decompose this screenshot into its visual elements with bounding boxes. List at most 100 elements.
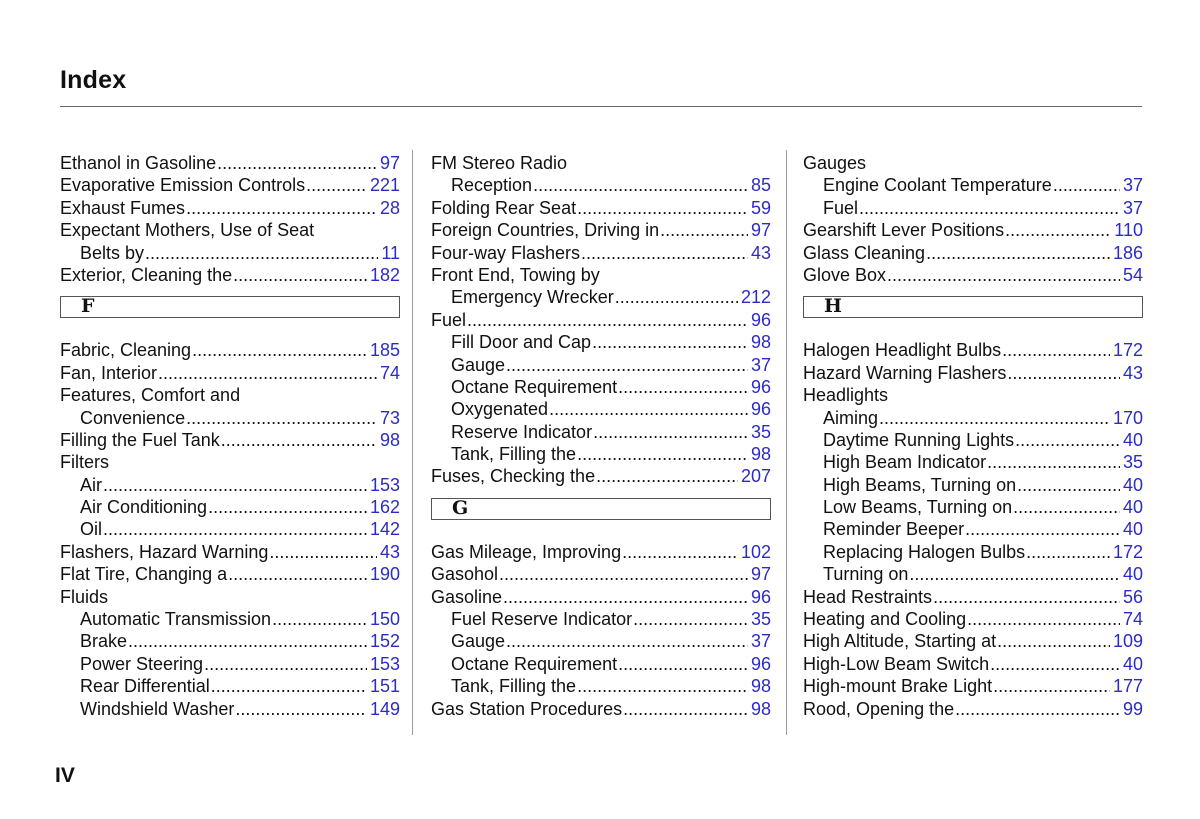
index-subentry[interactable]: Fill Door and Cap 98 xyxy=(431,331,771,353)
page-reference-link[interactable]: 40 xyxy=(1123,518,1143,540)
page-reference-link[interactable]: 190 xyxy=(370,563,400,585)
index-subentry[interactable]: High Beam Indicator 35 xyxy=(803,451,1143,473)
index-subentry[interactable]: Power Steering 153 xyxy=(60,653,400,675)
page-reference-link[interactable]: 56 xyxy=(1123,586,1143,608)
page-reference-link[interactable]: 74 xyxy=(1123,608,1143,630)
index-entry[interactable]: Ethanol in Gasoline 97 xyxy=(60,152,400,174)
page-reference-link[interactable]: 185 xyxy=(370,339,400,361)
index-subentry[interactable]: Rear Differential 151 xyxy=(60,675,400,697)
page-reference-link[interactable]: 102 xyxy=(741,541,771,563)
page-reference-link[interactable]: 35 xyxy=(1123,451,1143,473)
page-reference-link[interactable]: 40 xyxy=(1123,496,1143,518)
index-subentry[interactable]: Air Conditioning 162 xyxy=(60,496,400,518)
page-reference-link[interactable]: 96 xyxy=(751,653,771,675)
page-reference-link[interactable]: 54 xyxy=(1123,264,1143,286)
index-entry[interactable]: Glove Box 54 xyxy=(803,264,1143,286)
page-reference-link[interactable]: 74 xyxy=(380,362,400,384)
index-entry[interactable]: High-mount Brake Light 177 xyxy=(803,675,1143,697)
index-subentry[interactable]: Turning on 40 xyxy=(803,563,1143,585)
page-reference-link[interactable]: 221 xyxy=(370,174,400,196)
page-reference-link[interactable]: 177 xyxy=(1113,675,1143,697)
index-subentry[interactable]: Aiming 170 xyxy=(803,407,1143,429)
page-reference-link[interactable]: 96 xyxy=(751,398,771,420)
page-reference-link[interactable]: 212 xyxy=(741,286,771,308)
index-entry[interactable]: Glass Cleaning 186 xyxy=(803,242,1143,264)
page-reference-link[interactable]: 149 xyxy=(370,698,400,720)
page-reference-link[interactable]: 97 xyxy=(751,563,771,585)
page-reference-link[interactable]: 186 xyxy=(1113,242,1143,264)
page-reference-link[interactable]: 150 xyxy=(370,608,400,630)
page-reference-link[interactable]: 96 xyxy=(751,586,771,608)
page-reference-link[interactable]: 40 xyxy=(1123,563,1143,585)
index-subentry[interactable]: Oil 142 xyxy=(60,518,400,540)
index-entry[interactable]: Fuel 96 xyxy=(431,309,771,331)
page-reference-link[interactable]: 37 xyxy=(751,354,771,376)
index-subentry[interactable]: Daytime Running Lights 40 xyxy=(803,429,1143,451)
index-entry[interactable]: Gasoline 96 xyxy=(431,586,771,608)
index-subentry[interactable]: Reminder Beeper 40 xyxy=(803,518,1143,540)
page-reference-link[interactable]: 40 xyxy=(1123,474,1143,496)
page-reference-link[interactable]: 35 xyxy=(751,421,771,443)
page-reference-link[interactable]: 40 xyxy=(1123,653,1143,675)
index-subentry[interactable]: Reception 85 xyxy=(431,174,771,196)
index-entry[interactable]: Hazard Warning Flashers 43 xyxy=(803,362,1143,384)
index-entry[interactable]: High Altitude, Starting at 109 xyxy=(803,630,1143,652)
index-subentry[interactable]: Gauge 37 xyxy=(431,630,771,652)
page-reference-link[interactable]: 96 xyxy=(751,309,771,331)
page-reference-link[interactable]: 152 xyxy=(370,630,400,652)
page-reference-link[interactable]: 97 xyxy=(751,219,771,241)
index-subentry[interactable]: Windshield Washer 149 xyxy=(60,698,400,720)
index-subentry[interactable]: Low Beams, Turning on 40 xyxy=(803,496,1143,518)
page-reference-link[interactable]: 110 xyxy=(1114,219,1143,241)
page-reference-link[interactable]: 37 xyxy=(1123,174,1143,196)
index-subentry[interactable]: Fuel 37 xyxy=(803,197,1143,219)
page-reference-link[interactable]: 172 xyxy=(1113,339,1143,361)
index-subentry[interactable]: Fuel Reserve Indicator 35 xyxy=(431,608,771,630)
index-subentry[interactable]: Convenience 73 xyxy=(60,407,400,429)
index-subentry[interactable]: Automatic Transmission 150 xyxy=(60,608,400,630)
page-reference-link[interactable]: 207 xyxy=(741,465,771,487)
index-entry[interactable]: Gearshift Lever Positions 110 xyxy=(803,219,1143,241)
page-reference-link[interactable]: 97 xyxy=(380,152,400,174)
page-reference-link[interactable]: 73 xyxy=(380,407,400,429)
index-entry[interactable]: Folding Rear Seat 59 xyxy=(431,197,771,219)
page-reference-link[interactable]: 43 xyxy=(380,541,400,563)
index-subentry[interactable]: Tank, Filling the 98 xyxy=(431,675,771,697)
index-entry[interactable]: Exhaust Fumes 28 xyxy=(60,197,400,219)
index-entry[interactable]: High-Low Beam Switch 40 xyxy=(803,653,1143,675)
page-reference-link[interactable]: 35 xyxy=(751,608,771,630)
index-entry[interactable]: Flashers, Hazard Warning 43 xyxy=(60,541,400,563)
index-entry[interactable]: Halogen Headlight Bulbs 172 xyxy=(803,339,1143,361)
index-subentry[interactable]: Brake 152 xyxy=(60,630,400,652)
index-entry[interactable]: Flat Tire, Changing a 190 xyxy=(60,563,400,585)
page-reference-link[interactable]: 37 xyxy=(1123,197,1143,219)
page-reference-link[interactable]: 151 xyxy=(370,675,400,697)
index-entry[interactable]: Gas Mileage, Improving 102 xyxy=(431,541,771,563)
page-reference-link[interactable]: 37 xyxy=(751,630,771,652)
index-entry[interactable]: Rood, Opening the 99 xyxy=(803,698,1143,720)
page-reference-link[interactable]: 43 xyxy=(751,242,771,264)
page-reference-link[interactable]: 142 xyxy=(370,518,400,540)
index-subentry[interactable]: Reserve Indicator 35 xyxy=(431,421,771,443)
page-reference-link[interactable]: 172 xyxy=(1113,541,1143,563)
page-reference-link[interactable]: 109 xyxy=(1113,630,1143,652)
index-subentry[interactable]: Oxygenated 96 xyxy=(431,398,771,420)
index-entry[interactable]: Gas Station Procedures 98 xyxy=(431,698,771,720)
index-subentry[interactable]: Belts by 11 xyxy=(60,242,400,264)
index-entry[interactable]: Exterior, Cleaning the 182 xyxy=(60,264,400,286)
page-reference-link[interactable]: 59 xyxy=(751,197,771,219)
page-reference-link[interactable]: 98 xyxy=(751,443,771,465)
index-subentry[interactable]: Tank, Filling the 98 xyxy=(431,443,771,465)
index-entry[interactable]: Heating and Cooling 74 xyxy=(803,608,1143,630)
page-reference-link[interactable]: 98 xyxy=(751,698,771,720)
page-reference-link[interactable]: 11 xyxy=(381,242,400,264)
index-subentry[interactable]: Octane Requirement 96 xyxy=(431,376,771,398)
page-reference-link[interactable]: 98 xyxy=(380,429,400,451)
index-entry[interactable]: Foreign Countries, Driving in 97 xyxy=(431,219,771,241)
page-reference-link[interactable]: 153 xyxy=(370,653,400,675)
page-reference-link[interactable]: 182 xyxy=(370,264,400,286)
index-entry[interactable]: Four-way Flashers 43 xyxy=(431,242,771,264)
page-reference-link[interactable]: 162 xyxy=(370,496,400,518)
index-entry[interactable]: Fuses, Checking the 207 xyxy=(431,465,771,487)
index-subentry[interactable]: Replacing Halogen Bulbs 172 xyxy=(803,541,1143,563)
